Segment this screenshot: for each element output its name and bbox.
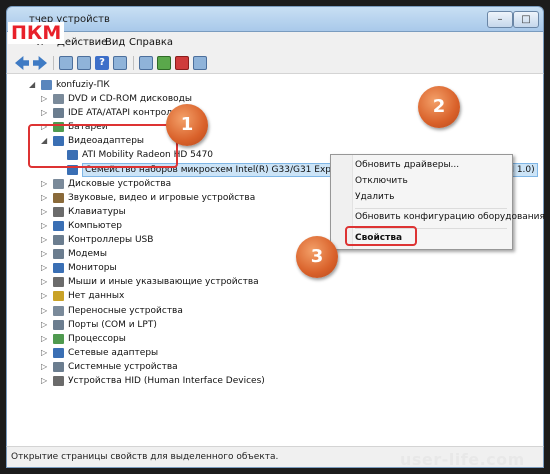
tree-item-label: Дисковые устройства: [68, 178, 172, 189]
device-category-icon: [53, 305, 64, 316]
tree-category[interactable]: ▷ Переносные устройства: [41, 304, 341, 318]
expand-icon[interactable]: ▷: [41, 247, 51, 261]
update-driver-icon[interactable]: [157, 56, 171, 70]
tree-item-label: Процессоры: [68, 333, 126, 344]
expand-icon[interactable]: ▷: [41, 219, 51, 233]
toolbar: ?: [6, 52, 544, 74]
tree-item-label: Клавиатуры: [68, 206, 126, 217]
device-category-icon: [53, 178, 64, 189]
tree-category[interactable]: ▷ Дисковые устройства: [41, 177, 341, 191]
tree-category[interactable]: ▷ Мыши и иные указывающие устройства: [41, 275, 341, 289]
toolbar-separator: [53, 56, 54, 70]
tree-item-label: Переносные устройства: [68, 305, 183, 316]
device-category-icon: [53, 235, 64, 245]
tree-item-label: Мониторы: [68, 263, 117, 274]
device-category-icon: [53, 361, 64, 372]
uninstall-icon[interactable]: [175, 56, 189, 70]
console-tree-icon[interactable]: [59, 56, 73, 70]
device-category-icon: [53, 376, 64, 386]
expand-icon[interactable]: ▷: [41, 233, 51, 247]
expand-icon[interactable]: ▷: [41, 177, 51, 191]
device-category-icon: [53, 220, 64, 231]
device-category-icon: [53, 277, 64, 288]
maximize-button[interactable]: □: [513, 11, 539, 28]
menu-item-disable[interactable]: Отключить: [355, 176, 408, 186]
device-category-icon: [53, 347, 64, 358]
tree-category[interactable]: ▷ Системные устройства: [41, 360, 341, 374]
back-arrow-icon[interactable]: [15, 56, 29, 70]
scan-hardware-icon[interactable]: [139, 56, 153, 70]
step-badge-2: 2: [418, 86, 460, 128]
tree-item-label: Мыши и иные указывающие устройства: [68, 277, 259, 288]
collapse-icon[interactable]: ◢: [29, 78, 39, 92]
menu-item-update-driver[interactable]: Обновить драйверы...: [355, 160, 459, 170]
device-category-icon: [53, 319, 64, 330]
forward-arrow-icon[interactable]: [33, 56, 47, 70]
expand-icon[interactable]: ▷: [41, 374, 51, 388]
step-badge-3: 3: [296, 236, 338, 278]
expand-icon[interactable]: ▷: [41, 92, 51, 106]
watermark: user-life.com: [400, 450, 525, 469]
device-category-icon: [53, 94, 64, 104]
expand-icon[interactable]: ▷: [41, 360, 51, 374]
device-category-icon: [53, 249, 64, 260]
minimize-button[interactable]: –: [487, 11, 513, 28]
properties-icon[interactable]: [77, 56, 91, 70]
expand-icon[interactable]: ▷: [41, 205, 51, 219]
tree-category[interactable]: ▷ Компьютер: [41, 219, 341, 233]
tree-category[interactable]: ▷ Порты (COM и LPT): [41, 318, 341, 332]
highlight-properties: [345, 226, 417, 246]
menu-view[interactable]: Вид: [105, 37, 125, 48]
tree-item-label: Компьютер: [68, 220, 122, 231]
step-badge-1: 1: [166, 104, 208, 146]
tree-category[interactable]: ▷ Нет данных: [41, 289, 341, 303]
expand-icon[interactable]: ▷: [41, 318, 51, 332]
expand-icon[interactable]: ▷: [41, 275, 51, 289]
title-bar: тчер устройств – □: [6, 6, 544, 32]
expand-icon[interactable]: ▷: [41, 304, 51, 318]
toolbar-separator: [133, 56, 134, 70]
tree-root[interactable]: ◢ konfuziy-ПК: [29, 78, 229, 92]
expand-icon[interactable]: ▷: [41, 106, 51, 120]
status-text: Открытие страницы свойств для выделенног…: [11, 452, 279, 462]
device-category-icon: [53, 291, 64, 302]
expand-icon[interactable]: ▷: [41, 289, 51, 303]
device-category-icon: [53, 206, 64, 217]
action-pane-icon[interactable]: [113, 56, 127, 70]
tree-category[interactable]: ▷ Звуковые, видео и игровые устройства: [41, 191, 341, 205]
tree-item-label: Порты (COM и LPT): [68, 319, 157, 330]
help-icon[interactable]: ?: [95, 56, 109, 70]
menu-item-delete[interactable]: Удалить: [355, 192, 394, 202]
tree-item-label: Модемы: [68, 249, 107, 260]
tree-category[interactable]: ▷ Сетевые адаптеры: [41, 346, 341, 360]
device-category-icon: [53, 333, 64, 344]
expand-icon[interactable]: ▷: [41, 346, 51, 360]
pkm-label: ПКМ: [8, 22, 65, 44]
device-category-icon: [53, 192, 64, 203]
tree-item-label: Сетевые адаптеры: [68, 347, 159, 358]
menu-separator: [355, 208, 507, 209]
expand-icon[interactable]: ▷: [41, 332, 51, 346]
highlight-video-adapters: [28, 124, 178, 168]
menu-help[interactable]: Справка: [129, 37, 173, 48]
tree-item-label: Устройства HID (Human Interface Devices): [68, 376, 265, 386]
disable-device-icon[interactable]: [193, 56, 207, 70]
tree-item-label: DVD и CD-ROM дисководы: [68, 94, 192, 104]
expand-icon[interactable]: ▷: [41, 261, 51, 275]
tree-item-label: Системные устройства: [68, 361, 178, 372]
tree-category[interactable]: ▷ Клавиатуры: [41, 205, 341, 219]
tree-category[interactable]: ▷ Процессоры: [41, 332, 341, 346]
device-category-icon: [53, 108, 64, 119]
tree-item-label: Нет данных: [68, 291, 125, 302]
menu-action[interactable]: Действие: [57, 37, 107, 48]
tree-item-label: Звуковые, видео и игровые устройства: [68, 192, 256, 203]
tree-category[interactable]: ▷ Устройства HID (Human Interface Devices…: [41, 374, 341, 388]
menu-item-scan-hardware[interactable]: Обновить конфигурацию оборудования: [355, 212, 545, 222]
menu-bar: л Действие Вид Справка: [6, 32, 544, 52]
expand-icon[interactable]: ▷: [41, 191, 51, 205]
device-category-icon: [53, 263, 64, 274]
tree-category[interactable]: ▷ Контроллеры USB: [41, 233, 341, 247]
tree-item-label: Контроллеры USB: [68, 235, 154, 245]
computer-icon: [41, 80, 52, 90]
